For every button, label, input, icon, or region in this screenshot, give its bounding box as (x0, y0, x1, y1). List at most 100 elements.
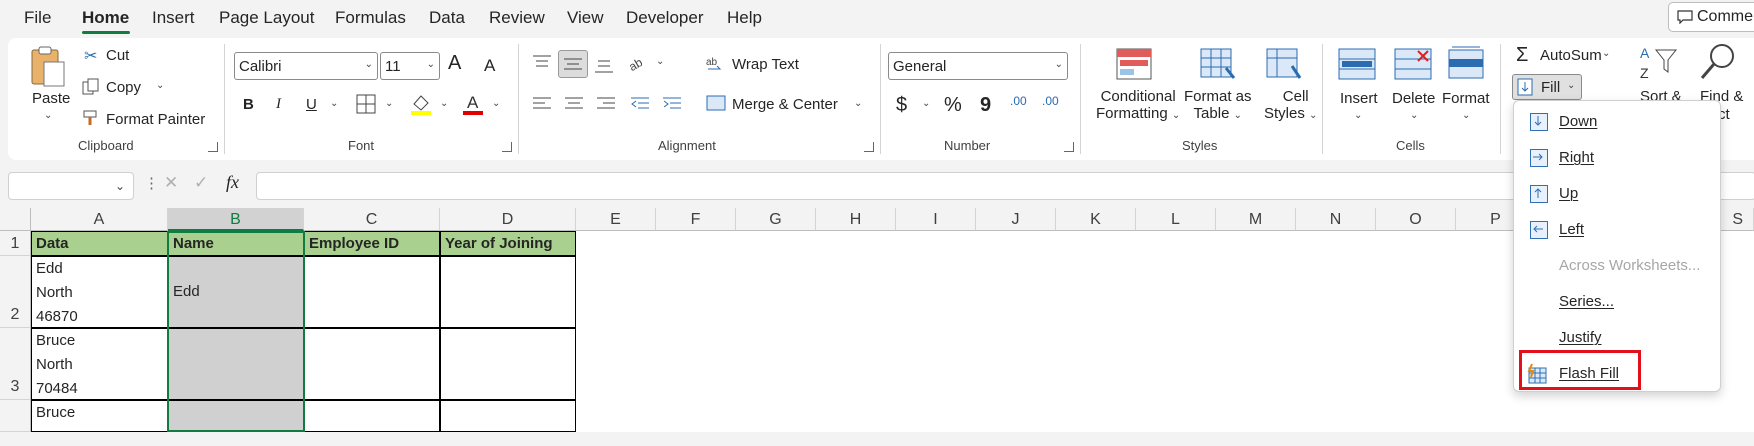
decrease-decimal-button[interactable]: .00 (1042, 94, 1059, 108)
currency-dropdown-icon[interactable]: ⌄ (922, 98, 930, 109)
increase-decimal-button[interactable]: .00 (1010, 94, 1027, 108)
column-header-k[interactable]: K (1056, 208, 1136, 231)
cell-a1[interactable]: Data (31, 231, 168, 256)
cell-d2[interactable] (440, 256, 576, 328)
column-header-c[interactable]: C (304, 208, 440, 231)
font-launcher-icon[interactable] (502, 142, 512, 152)
cell-c2[interactable] (304, 256, 440, 328)
cell-b1[interactable]: Name (168, 231, 304, 256)
row-header-4[interactable] (0, 400, 31, 432)
cell-a4[interactable]: Bruce (31, 400, 168, 432)
clipboard-launcher-icon[interactable] (208, 142, 218, 152)
align-left-icon[interactable] (532, 96, 552, 116)
menu-insert[interactable]: Insert (152, 8, 195, 28)
underline-button[interactable]: U (306, 96, 317, 113)
borders-dropdown-icon[interactable]: ⌄ (385, 98, 393, 109)
cell-c1[interactable]: Employee ID (304, 231, 440, 256)
cell-c3[interactable] (304, 328, 440, 400)
column-header-n[interactable]: N (1296, 208, 1376, 231)
column-header-j[interactable]: J (976, 208, 1056, 231)
font-color-icon[interactable]: A (462, 92, 484, 120)
menu-home[interactable]: Home (82, 8, 129, 28)
chevron-down-icon[interactable]: ⌄ (1462, 110, 1470, 121)
select-all-corner[interactable] (0, 208, 31, 231)
borders-icon[interactable] (356, 94, 376, 118)
column-header-l[interactable]: L (1136, 208, 1216, 231)
format-as-table-button[interactable]: Format as Table ⌄ (1184, 88, 1252, 122)
paste-button[interactable]: Paste (32, 90, 70, 107)
number-launcher-icon[interactable] (1064, 142, 1074, 152)
insert-function-icon[interactable]: fx (226, 172, 239, 193)
decrease-indent-icon[interactable] (630, 96, 650, 116)
more-options-icon[interactable]: ⋮ (144, 174, 159, 192)
delete-cells-button[interactable]: Delete (1392, 90, 1435, 107)
cell-a2[interactable]: Edd North 46870 (31, 256, 168, 328)
font-size-select[interactable]: 11 ⌄ (380, 52, 440, 80)
format-painter-button[interactable]: Format Painter (106, 111, 205, 128)
cell-b4[interactable] (168, 400, 304, 432)
menu-view[interactable]: View (567, 8, 604, 28)
bold-button[interactable]: B (243, 96, 254, 113)
underline-dropdown-icon[interactable]: ⌄ (330, 98, 338, 109)
row-header-3[interactable]: 3 (0, 328, 31, 400)
italic-button[interactable]: I (276, 96, 281, 113)
grow-font-button[interactable]: A (448, 52, 461, 75)
column-header-b[interactable]: B (168, 208, 304, 231)
fill-color-icon[interactable] (410, 92, 432, 120)
font-name-select[interactable]: Calibri ⌄ (234, 52, 378, 80)
column-header-g[interactable]: G (736, 208, 816, 231)
cell-d4[interactable] (440, 400, 576, 432)
fill-menu-item-left[interactable]: Left (1514, 213, 1720, 247)
column-header-e[interactable]: E (576, 208, 656, 231)
column-header-a[interactable]: A (31, 208, 168, 231)
orientation-icon[interactable]: ab (626, 52, 650, 76)
cell-d1[interactable]: Year of Joining (440, 231, 576, 256)
copy-dropdown-icon[interactable]: ⌄ (156, 80, 164, 91)
column-header-i[interactable]: I (896, 208, 976, 231)
cancel-icon[interactable]: ✕ (164, 173, 178, 193)
fill-menu-item-down[interactable]: Down (1514, 105, 1720, 139)
font-color-dropdown-icon[interactable]: ⌄ (492, 98, 500, 109)
paste-dropdown-icon[interactable]: ⌄ (44, 110, 52, 121)
menu-developer[interactable]: Developer (626, 8, 704, 28)
menu-data[interactable]: Data (429, 8, 465, 28)
shrink-font-button[interactable]: A (484, 56, 495, 76)
insert-cells-button[interactable]: Insert (1340, 90, 1378, 107)
menu-page-layout[interactable]: Page Layout (219, 8, 314, 28)
row-header-2[interactable]: 2 (0, 256, 31, 328)
cell-c4[interactable] (304, 400, 440, 432)
fill-menu-item-right[interactable]: Right (1514, 141, 1720, 175)
chevron-down-icon[interactable]: ⌄ (1602, 48, 1610, 59)
format-cells-button[interactable]: Format (1442, 90, 1490, 107)
align-right-icon[interactable] (596, 96, 616, 116)
fill-color-dropdown-icon[interactable]: ⌄ (440, 98, 448, 109)
align-top-icon[interactable] (532, 54, 552, 74)
cell-d3[interactable] (440, 328, 576, 400)
conditional-formatting-button[interactable]: Conditional Formatting ⌄ (1096, 88, 1180, 122)
column-header-o[interactable]: O (1376, 208, 1456, 231)
column-header-f[interactable]: F (656, 208, 736, 231)
column-header-m[interactable]: M (1216, 208, 1296, 231)
currency-button[interactable]: $ (896, 94, 907, 117)
increase-indent-icon[interactable] (662, 96, 682, 116)
merge-dropdown-icon[interactable]: ⌄ (854, 98, 862, 109)
cell-styles-button[interactable]: Cell Styles ⌄ (1264, 88, 1317, 122)
row-header-1[interactable]: 1 (0, 231, 31, 256)
menu-review[interactable]: Review (489, 8, 545, 28)
wrap-text-button[interactable]: Wrap Text (732, 56, 799, 73)
number-format-select[interactable]: General ⌄ (888, 52, 1068, 80)
cell-b3[interactable] (168, 328, 304, 400)
align-middle-icon[interactable] (558, 50, 588, 78)
merge-center-button[interactable]: Merge & Center (732, 96, 838, 113)
menu-formulas[interactable]: Formulas (335, 8, 406, 28)
comments-button[interactable]: Comme (1668, 2, 1754, 32)
copy-button[interactable]: Copy (106, 79, 141, 96)
fill-menu-item-series[interactable]: Series... (1514, 285, 1720, 319)
percent-button[interactable]: % (944, 94, 962, 117)
orientation-dropdown-icon[interactable]: ⌄ (656, 56, 664, 67)
alignment-launcher-icon[interactable] (864, 142, 874, 152)
enter-icon[interactable]: ✓ (194, 173, 208, 193)
cut-button[interactable]: Cut (106, 47, 129, 64)
fill-menu-item-up[interactable]: Up (1514, 177, 1720, 211)
paste-icon[interactable] (28, 46, 68, 92)
